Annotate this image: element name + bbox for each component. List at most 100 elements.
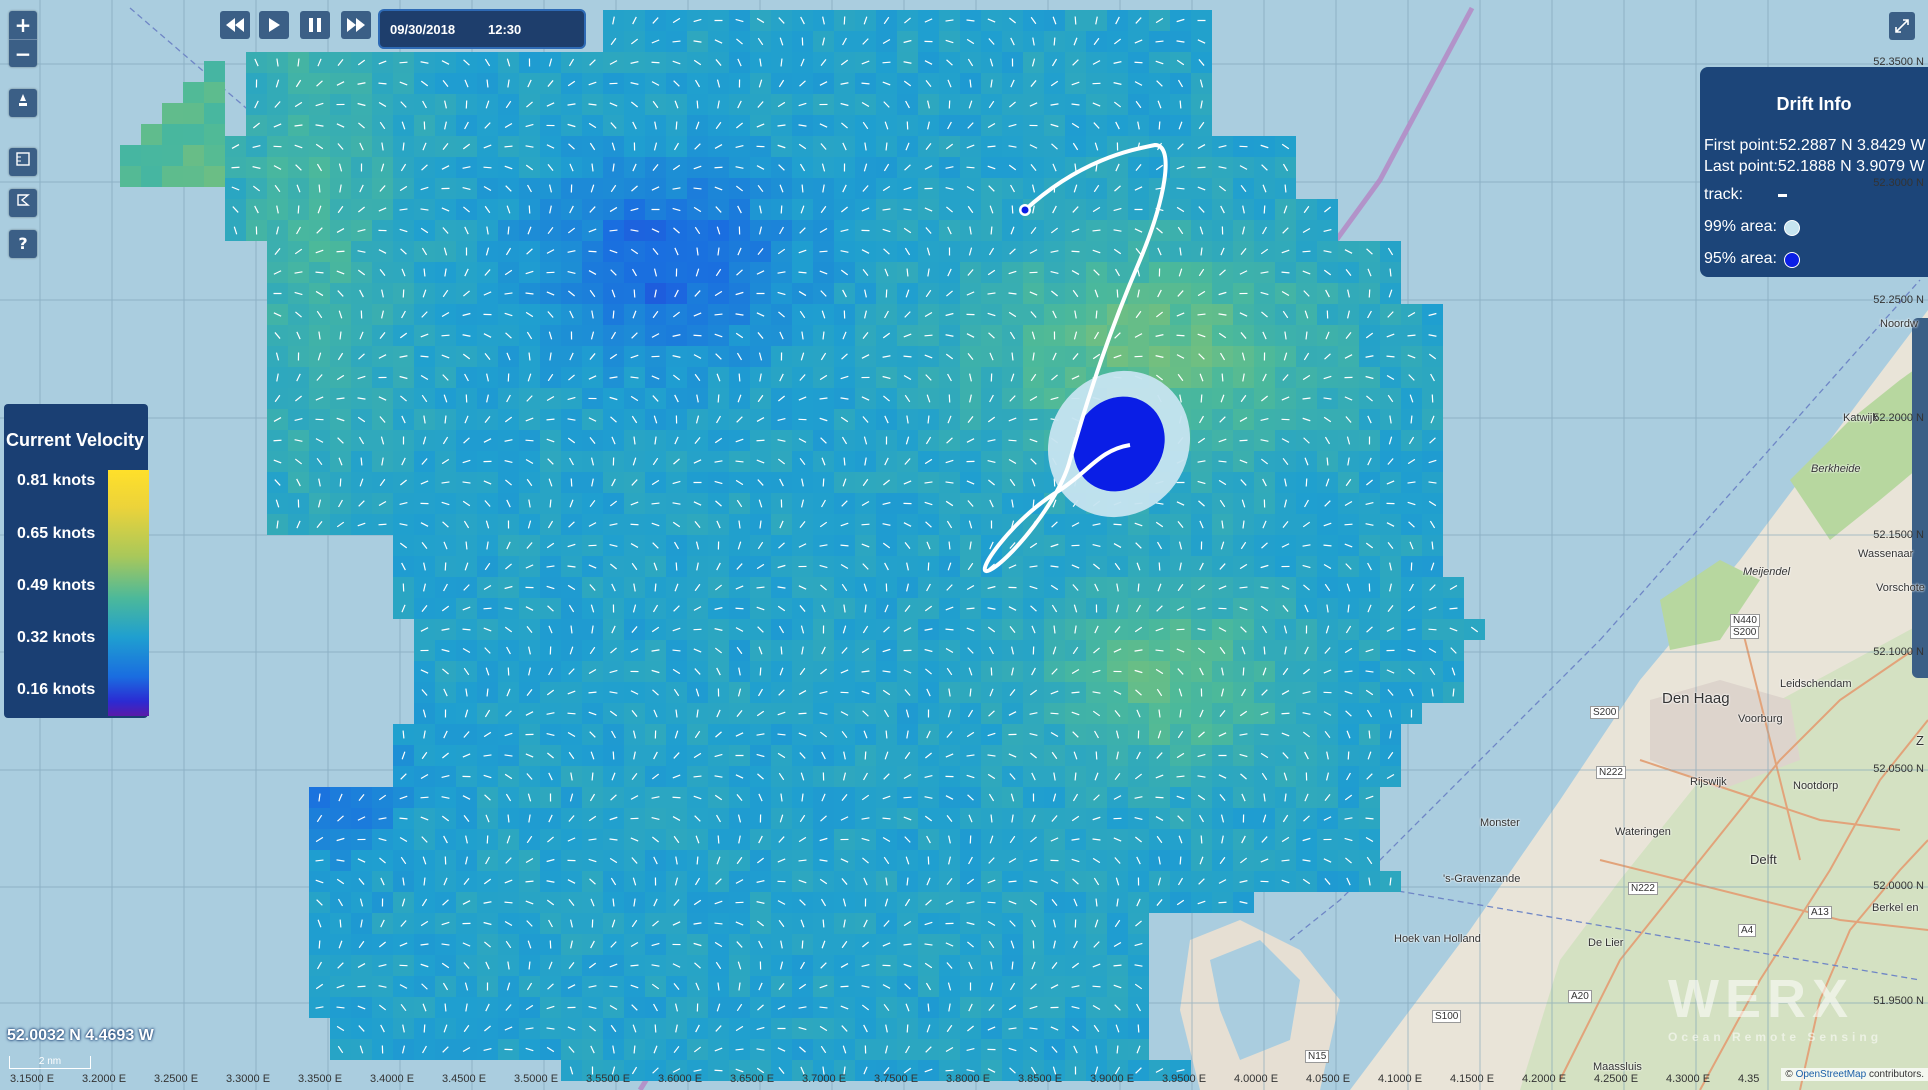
current-arrow (1323, 544, 1332, 547)
current-arrow (483, 607, 492, 610)
velocity-cell (183, 103, 204, 124)
current-arrow (525, 439, 534, 442)
current-arrow (1284, 184, 1287, 193)
current-arrow (441, 334, 450, 337)
current-arrow (1092, 229, 1101, 232)
current-arrow (1113, 964, 1122, 967)
map-canvas[interactable] (0, 0, 1928, 1090)
current-arrow (315, 271, 324, 274)
current-arrow (864, 751, 867, 760)
current-arrow (990, 226, 993, 235)
velocity-cell (162, 103, 183, 124)
current-arrow (339, 478, 342, 487)
current-arrow (987, 901, 996, 904)
current-arrow (570, 478, 573, 487)
current-arrow (399, 817, 408, 820)
current-arrow (1281, 712, 1290, 715)
current-arrow (357, 985, 366, 988)
current-arrow (1074, 772, 1077, 781)
current-arrow (1200, 835, 1203, 844)
current-arrow (945, 1069, 954, 1072)
current-arrow (1116, 289, 1119, 298)
current-arrow (339, 919, 342, 928)
current-arrow (633, 289, 636, 298)
velocity-cell (141, 145, 162, 166)
current-arrow (399, 61, 408, 64)
current-arrow (1260, 733, 1269, 736)
current-arrow (1263, 646, 1266, 655)
current-arrow (630, 964, 639, 967)
current-arrow (504, 145, 513, 148)
current-arrow (1137, 1024, 1140, 1033)
current-arrow (861, 523, 870, 526)
current-arrow (906, 1024, 909, 1033)
current-arrow (1053, 37, 1056, 46)
current-arrow (588, 691, 597, 694)
current-arrow (1050, 712, 1059, 715)
velocity-cell (141, 124, 162, 145)
velocity-cell (204, 61, 225, 82)
current-arrow (1344, 523, 1353, 526)
current-arrow (1449, 607, 1458, 610)
current-arrow (966, 166, 975, 169)
current-arrow (1221, 373, 1224, 382)
current-arrow (966, 607, 975, 610)
current-arrow (696, 856, 699, 865)
current-arrow (1158, 562, 1161, 571)
current-arrow (297, 205, 300, 214)
current-arrow (1008, 439, 1017, 442)
velocity-cell (204, 166, 225, 187)
current-arrow (672, 796, 681, 799)
velocity-cell (120, 166, 141, 187)
current-arrow (1368, 730, 1371, 739)
velocity-cell (141, 166, 162, 187)
current-arrow (945, 628, 954, 631)
current-arrow (402, 730, 405, 739)
current-arrow (882, 817, 891, 820)
current-arrow (633, 1045, 636, 1054)
velocity-cell (120, 145, 141, 166)
current-arrow (903, 796, 912, 799)
current-arrow (420, 796, 429, 799)
current-arrow (1029, 418, 1038, 421)
current-arrow (1095, 751, 1098, 760)
velocity-cell (204, 103, 225, 124)
current-arrow (612, 751, 615, 760)
velocity-cell (183, 166, 204, 187)
current-arrow (987, 145, 996, 148)
current-arrow (378, 82, 387, 85)
current-arrow (360, 457, 363, 466)
current-arrow (507, 226, 510, 235)
current-arrow (756, 439, 765, 442)
current-arrow (1263, 205, 1266, 214)
velocity-cell (162, 124, 183, 145)
current-arrow (801, 184, 804, 193)
current-arrow (819, 1006, 828, 1009)
current-arrow (1200, 394, 1203, 403)
map-view[interactable]: + − ? 09/30/2018 12:30 Current Velocity … (0, 0, 1928, 1090)
current-arrow (462, 628, 471, 631)
current-arrow (1179, 100, 1182, 109)
current-arrow (588, 250, 597, 253)
current-arrow (798, 271, 807, 274)
drift-start-dot (1021, 206, 1029, 214)
current-arrow (1137, 583, 1140, 592)
current-arrow (1158, 121, 1161, 130)
zoom-control: + − (9, 11, 37, 67)
current-arrow (525, 880, 534, 883)
current-arrow (735, 1048, 744, 1051)
current-arrow (840, 544, 849, 547)
current-arrow (1428, 628, 1437, 631)
current-arrow (759, 667, 762, 676)
current-arrow (924, 334, 933, 337)
current-arrow (801, 940, 804, 949)
current-arrow (423, 1024, 426, 1033)
current-arrow (1326, 457, 1329, 466)
velocity-cell (183, 82, 204, 103)
current-arrow (1071, 250, 1080, 253)
current-arrow (1302, 250, 1311, 253)
current-arrow (591, 772, 594, 781)
current-arrow (675, 121, 678, 130)
current-arrow (318, 940, 321, 949)
velocity-cell (204, 124, 225, 145)
